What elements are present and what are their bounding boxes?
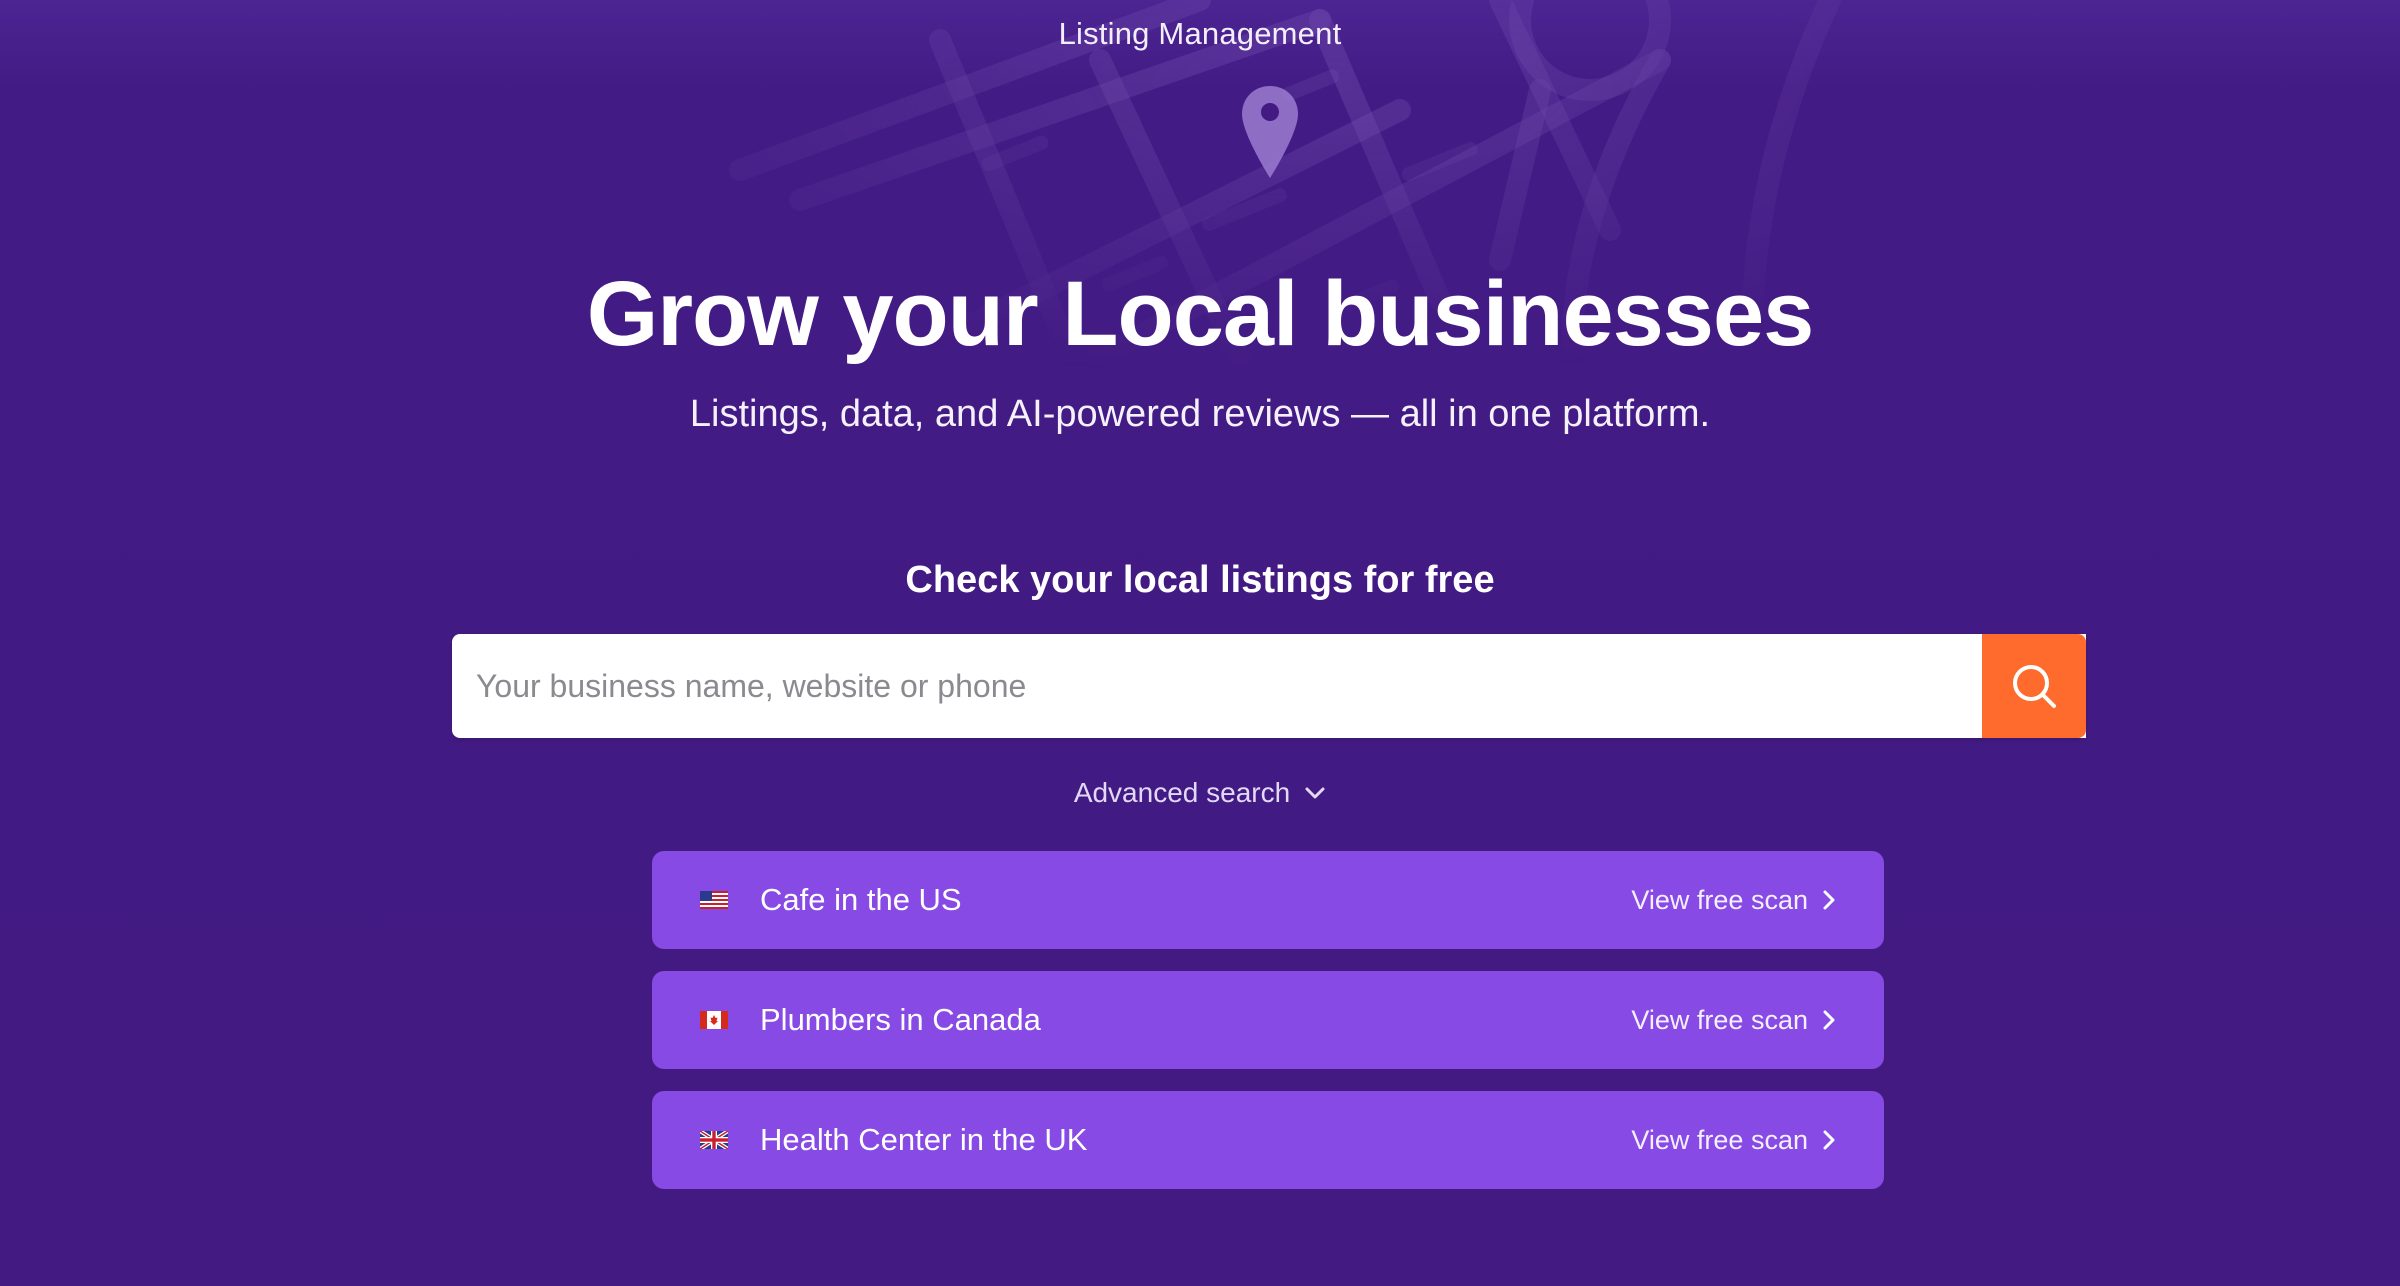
chevron-right-icon xyxy=(1823,890,1835,910)
advanced-search-row: Advanced search xyxy=(0,777,2400,809)
view-free-scan-link[interactable]: View free scan xyxy=(1631,1005,1836,1036)
chevron-right-icon xyxy=(1823,1130,1835,1150)
sample-scan-label: Health Center in the UK xyxy=(760,1122,1088,1157)
chevron-right-icon xyxy=(1823,1010,1835,1030)
view-free-scan-link[interactable]: View free scan xyxy=(1631,1125,1836,1156)
location-pin-icon xyxy=(1242,86,1298,178)
view-free-scan-label: View free scan xyxy=(1631,1124,1808,1155)
view-free-scan-label: View free scan xyxy=(1631,884,1808,915)
uk-flag-icon xyxy=(700,1131,728,1149)
sample-scan-item-plumbers-canada[interactable]: Plumbers in Canada View free scan xyxy=(652,971,1884,1069)
sample-scan-label: Plumbers in Canada xyxy=(760,1002,1041,1037)
search-icon xyxy=(2013,665,2056,708)
ca-flag-icon xyxy=(700,1011,728,1029)
search-section-title: Check your local listings for free xyxy=(905,559,1495,601)
page-title: Grow your Local businesses xyxy=(586,263,1815,365)
advanced-search-label: Advanced search xyxy=(1073,777,1291,808)
chevron-down-icon xyxy=(1305,787,1325,799)
hero-section: Listing Management Grow your Local busin… xyxy=(0,0,2400,1286)
sample-scan-item-health-center-uk[interactable]: Health Center in the UK View free scan xyxy=(652,1091,1884,1189)
page-subtitle: Listings, data, and AI-powered reviews —… xyxy=(689,393,1711,435)
advanced-search-toggle[interactable]: Advanced search xyxy=(1074,777,1326,809)
search-button[interactable] xyxy=(1982,634,2086,738)
us-flag-icon xyxy=(700,891,728,909)
sample-scan-item-cafe-us[interactable]: Cafe in the US View free scan xyxy=(652,851,1884,949)
search-field-container xyxy=(452,634,2086,738)
view-free-scan-label: View free scan xyxy=(1631,1004,1808,1035)
view-free-scan-link[interactable]: View free scan xyxy=(1631,885,1836,916)
eyebrow-label: Listing Management xyxy=(1058,16,1342,51)
sample-scan-list: Cafe in the US View free scan Plumbers i… xyxy=(652,851,1884,1211)
business-search-input[interactable] xyxy=(476,634,2056,738)
sample-scan-label: Cafe in the US xyxy=(760,882,962,917)
